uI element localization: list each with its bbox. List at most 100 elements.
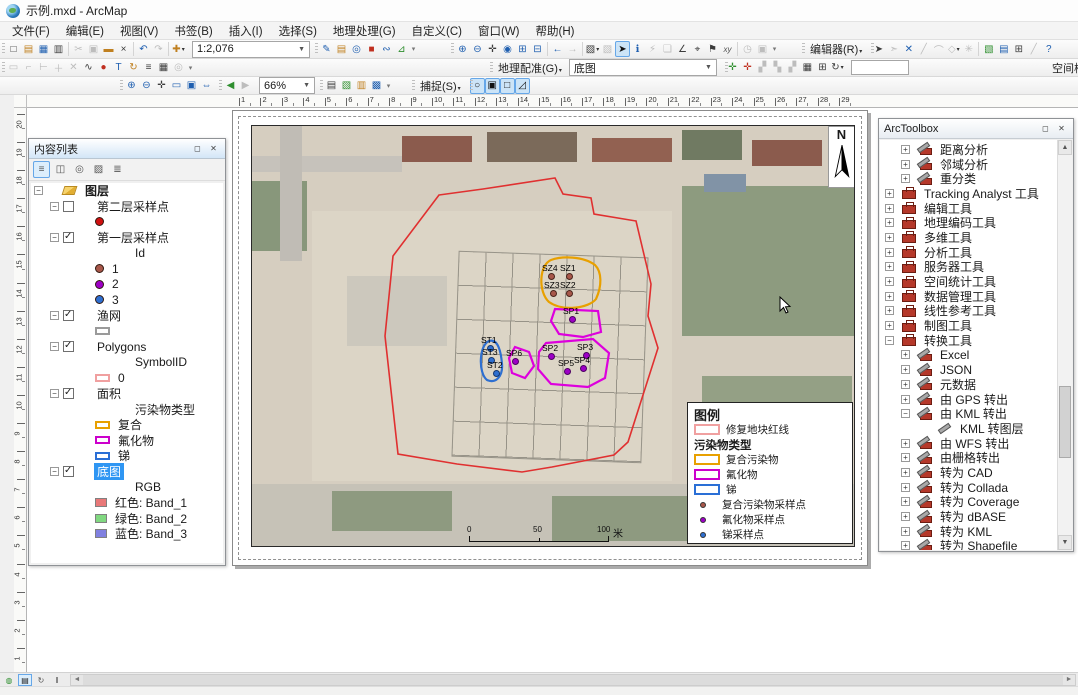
rotate-raster-icon[interactable]: ▞: [785, 60, 800, 76]
edit-tool-icon[interactable]: ➤: [871, 41, 886, 57]
expander-icon[interactable]: [885, 233, 894, 242]
toolbox-row[interactable]: 由 GPS 转出: [880, 392, 1057, 407]
save-icon[interactable]: ▦: [36, 41, 51, 57]
horizontal-scrollbar[interactable]: ◄ ►: [70, 674, 1076, 686]
arctoolbox-close-icon[interactable]: ✕: [1055, 122, 1068, 135]
line-segment-icon[interactable]: ╱: [916, 41, 931, 57]
scroll-right-icon[interactable]: ►: [1063, 675, 1075, 685]
toolbox-row[interactable]: 转为 Coverage: [880, 495, 1057, 510]
expander-icon[interactable]: [901, 512, 910, 521]
construct-geodetic-icon[interactable]: ●: [96, 60, 111, 76]
menu-item[interactable]: 编辑(E): [58, 22, 112, 40]
catalog-window-icon[interactable]: ▤: [334, 41, 349, 57]
expander-icon[interactable]: [901, 174, 910, 183]
html-popup-icon[interactable]: ❏: [660, 41, 675, 57]
layer-visibility-checkbox[interactable]: [63, 232, 74, 243]
expander-icon[interactable]: [885, 336, 894, 345]
toc-layer-row[interactable]: 氟化物: [31, 433, 223, 449]
measure-icon[interactable]: ∠: [675, 41, 690, 57]
toc-layer-row[interactable]: 第二层采样点: [31, 199, 223, 215]
forward-extent-icon[interactable]: →: [565, 41, 580, 57]
expander-icon[interactable]: [50, 467, 59, 476]
arc-segment-icon[interactable]: ⌒: [931, 41, 946, 57]
menu-item[interactable]: 插入(I): [221, 22, 271, 40]
copy-icon[interactable]: ▣: [86, 41, 101, 57]
toolbox-row[interactable]: 重分类: [880, 171, 1057, 186]
expander-icon[interactable]: [901, 160, 910, 169]
toolbar-overflow-icon[interactable]: ▾: [770, 41, 779, 57]
fixed-zoom-in-icon[interactable]: ⊞: [515, 41, 530, 57]
pan-icon[interactable]: ✛: [485, 41, 500, 57]
vertex-snapping-icon[interactable]: □: [500, 78, 515, 94]
toolbox-row[interactable]: 转为 CAD: [880, 465, 1057, 480]
separator[interactable]: [978, 42, 979, 56]
menu-item[interactable]: 视图(V): [112, 22, 166, 40]
end-snapping-icon[interactable]: ▣: [485, 78, 500, 94]
toolbox-row[interactable]: 制图工具: [880, 318, 1057, 333]
toolbox-row[interactable]: 由栅格转出: [880, 450, 1057, 465]
point-snapping-icon[interactable]: ○: [470, 78, 485, 94]
delete-icon[interactable]: ×: [116, 41, 131, 57]
expander-icon[interactable]: [885, 262, 894, 271]
layout-view-button[interactable]: ▤: [18, 674, 32, 686]
list-by-visibility-icon[interactable]: ◎: [71, 161, 88, 178]
layer-visibility-checkbox[interactable]: [63, 341, 74, 352]
spatial-adjustment-toolbar-label[interactable]: 空间校正: [1052, 60, 1078, 76]
add-data-icon[interactable]: ✚: [171, 41, 186, 57]
expander-icon[interactable]: [50, 342, 59, 351]
time-slider-icon[interactable]: ◷: [740, 41, 755, 57]
toolbox-row[interactable]: Tracking Analyst 工具: [880, 186, 1057, 201]
shift-raster-icon[interactable]: ▞: [755, 60, 770, 76]
expander-icon[interactable]: [885, 277, 894, 286]
toc-close-icon[interactable]: ✕: [207, 142, 220, 155]
scroll-left-icon[interactable]: ◄: [71, 675, 83, 685]
fit-to-display-icon[interactable]: ⊞: [815, 60, 830, 76]
view-link-table-icon[interactable]: ▦: [800, 60, 815, 76]
scale-raster-icon[interactable]: ▚: [770, 60, 785, 76]
toolbox-row[interactable]: KML 转图层: [880, 421, 1057, 436]
toc-layer-row[interactable]: 绿色: Band_2: [31, 510, 223, 526]
zoom-out-icon[interactable]: ⊖: [470, 41, 485, 57]
find-icon[interactable]: ⌖: [690, 41, 705, 57]
rotation-icon[interactable]: ↻: [830, 60, 845, 76]
editor-toolbar-toggle-icon[interactable]: ✎: [319, 41, 334, 57]
separator[interactable]: [582, 42, 583, 56]
layer-visibility-checkbox[interactable]: [63, 388, 74, 399]
go-to-xy-icon[interactable]: xy: [720, 41, 735, 57]
extend-icon[interactable]: ⊢: [36, 60, 51, 76]
data-driven-pages-icon[interactable]: ▩: [369, 78, 384, 94]
menu-item[interactable]: 文件(F): [4, 22, 58, 40]
expander-icon[interactable]: [901, 453, 910, 462]
snapping-menu-button[interactable]: 捕捉(S): [416, 78, 465, 94]
select-features-icon[interactable]: ▧: [585, 41, 600, 57]
toc-layer-row[interactable]: 1: [31, 261, 223, 277]
list-by-source-icon[interactable]: ◫: [52, 161, 69, 178]
menu-item[interactable]: 帮助(H): [528, 22, 583, 40]
edit-annotation-icon[interactable]: ➣: [886, 41, 901, 57]
attributes-icon[interactable]: ▤: [996, 41, 1011, 57]
toolbox-row[interactable]: 转换工具: [880, 333, 1057, 348]
focus-data-frame-icon[interactable]: ▧: [339, 78, 354, 94]
menu-item[interactable]: 书签(B): [166, 22, 220, 40]
expander-icon[interactable]: [901, 380, 910, 389]
toolbox-row[interactable]: 分析工具: [880, 245, 1057, 260]
select-elements-icon[interactable]: ➤: [615, 41, 630, 57]
auto-register-icon[interactable]: ✛: [740, 60, 755, 76]
edit-vertices-icon[interactable]: ✳: [961, 41, 976, 57]
toolbox-row[interactable]: 由 KML 转出: [880, 406, 1057, 421]
menu-item[interactable]: 选择(S): [271, 22, 325, 40]
menu-item[interactable]: 地理处理(G): [325, 22, 404, 40]
sketch-properties-icon[interactable]: ⊞: [1011, 41, 1026, 57]
explode-icon[interactable]: ∿: [81, 60, 96, 76]
toolbox-row[interactable]: 数据管理工具: [880, 289, 1057, 304]
toc-layer-row[interactable]: [31, 214, 223, 230]
toolbox-row[interactable]: 距离分析: [880, 142, 1057, 157]
layout-forward-icon[interactable]: ▶: [238, 78, 253, 94]
toc-layer-row[interactable]: 蓝色: Band_3: [31, 526, 223, 542]
full-extent-icon[interactable]: ◉: [500, 41, 515, 57]
toc-header[interactable]: 内容列表 ◻ ✕: [29, 139, 225, 159]
expander-icon[interactable]: [885, 204, 894, 213]
fillet-icon[interactable]: ⌐: [21, 60, 36, 76]
expander-icon[interactable]: [50, 202, 59, 211]
expander-icon[interactable]: [901, 365, 910, 374]
